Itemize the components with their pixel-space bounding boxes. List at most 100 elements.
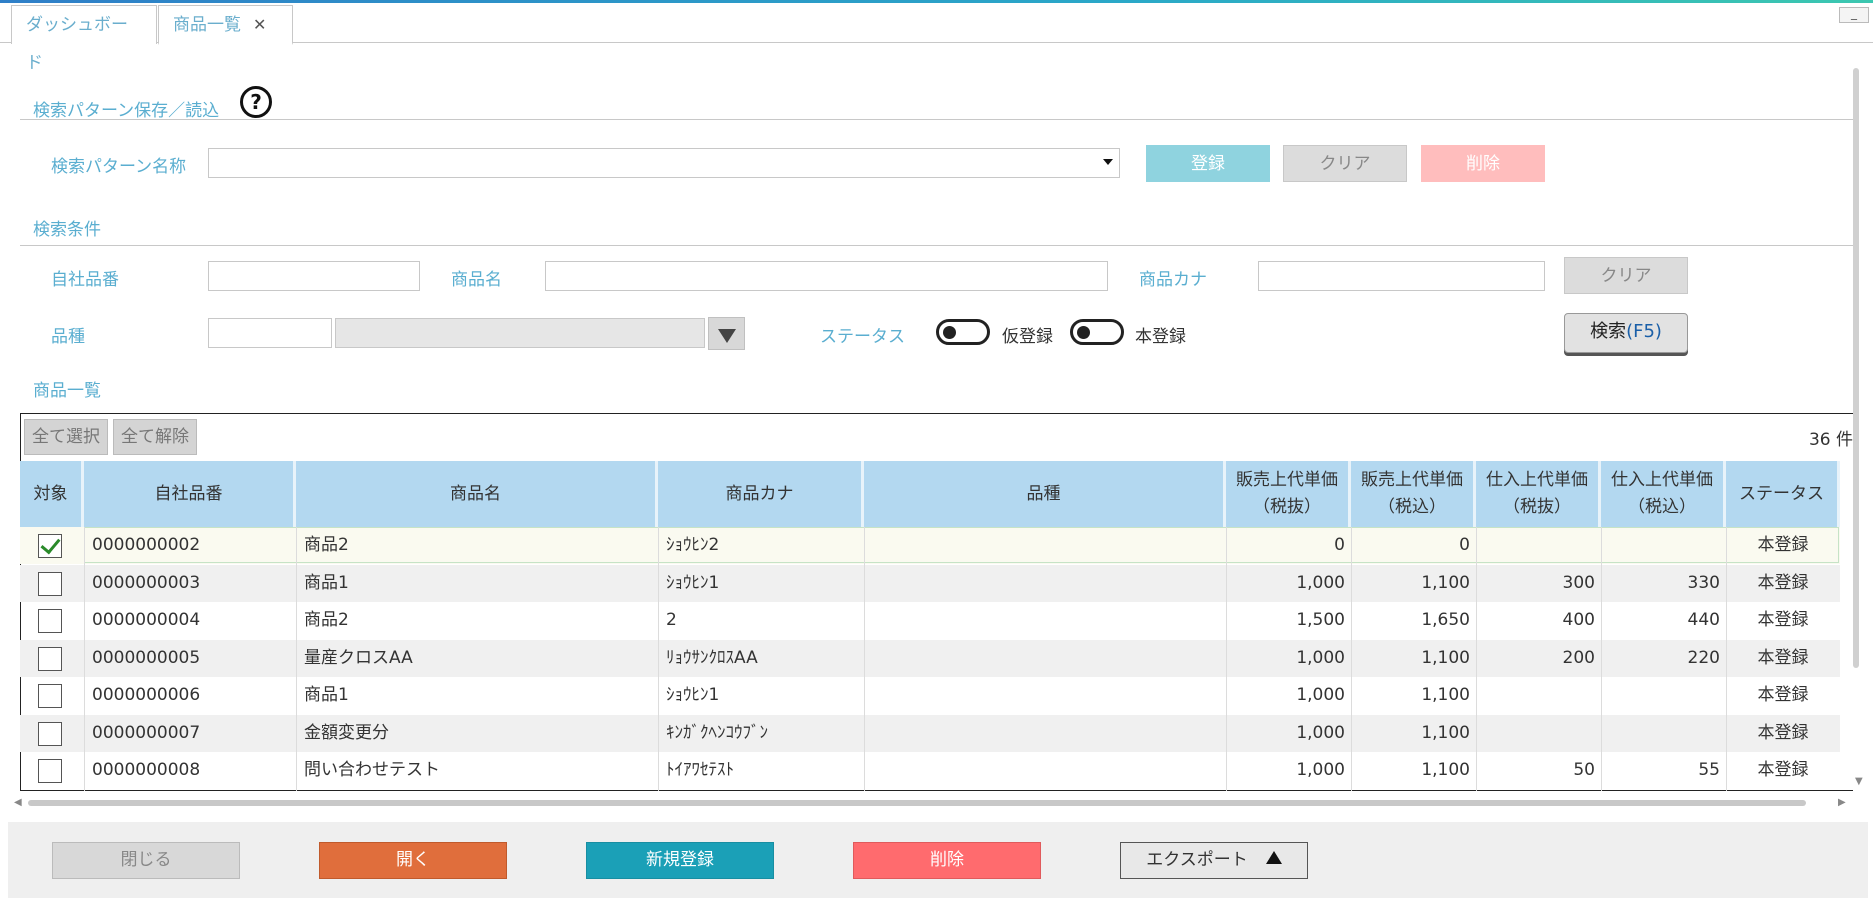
delete-pattern-button[interactable]: 削除 <box>1421 145 1545 182</box>
column-header[interactable]: 自社品番 <box>84 461 296 527</box>
table-row[interactable]: 0000000004 商品2 2 1,500 1,650 400 440 本登録 <box>20 602 1840 639</box>
scroll-left-icon[interactable]: ◀ <box>14 797 22 808</box>
triangle-down-icon <box>718 329 736 343</box>
cell-name: 商品2 <box>304 535 349 555</box>
cell-status: 本登録 <box>1757 535 1809 555</box>
cell-kana: ﾄｲｱﾜｾﾃｽﾄ <box>666 760 734 780</box>
cell-variety <box>872 527 1222 564</box>
status-label: ステータス <box>820 327 905 347</box>
triangle-up-icon <box>1265 851 1282 864</box>
table-row[interactable]: 0000000006 商品1 ｼｮｳﾋﾝ1 1,000 1,100 本登録 <box>20 677 1840 714</box>
column-header[interactable]: 販売上代単価 （税込） <box>1351 461 1476 527</box>
column-header[interactable]: 仕入上代単価 （税抜） <box>1476 461 1601 527</box>
result-count: 36 件 <box>1808 430 1853 450</box>
variety-label: 品種 <box>51 327 85 347</box>
cell-code: 0000000007 <box>92 722 201 743</box>
column-header[interactable]: 商品カナ <box>658 461 864 527</box>
cell-variety <box>872 640 1222 677</box>
variety-code-input[interactable] <box>208 318 332 348</box>
cell-variety <box>872 677 1222 714</box>
cell-sell-in: 1,100 <box>1421 760 1470 780</box>
row-checkbox[interactable] <box>38 759 62 783</box>
cell-sell-ex: 0 <box>1334 535 1345 555</box>
toggle-knob <box>943 326 956 339</box>
own-code-input[interactable] <box>208 261 420 291</box>
cell-buy-ex: 50 <box>1573 760 1595 780</box>
table-row[interactable]: 0000000002 商品2 ｼｮｳﾋﾝ2 0 0 本登録 <box>20 527 1840 564</box>
select-all-button[interactable]: 全て選択 <box>24 419 108 455</box>
row-checkbox[interactable] <box>38 609 62 633</box>
register-pattern-button[interactable]: 登録 <box>1146 145 1270 182</box>
minimize-button[interactable]: _ <box>1839 7 1869 23</box>
search-button[interactable]: 検索(F5) <box>1564 313 1688 353</box>
variety-name-field <box>335 318 705 348</box>
cell-buy-in <box>1605 677 1720 714</box>
open-button[interactable]: 開く <box>319 842 507 879</box>
product-name-input[interactable] <box>545 261 1108 291</box>
table-row[interactable]: 0000000008 問い合わせテスト ﾄｲｱﾜｾﾃｽﾄ 1,000 1,100 50 55… <box>20 752 1840 789</box>
column-header[interactable]: 品種 <box>864 461 1226 527</box>
status-temp-label: 仮登録 <box>1002 327 1053 347</box>
column-header[interactable]: ステータス <box>1726 461 1840 527</box>
cell-sell-ex: 1,000 <box>1296 685 1345 705</box>
status-temp-toggle[interactable] <box>936 319 990 345</box>
cell-name: 金額変更分 <box>304 722 389 743</box>
clear-conditions-button[interactable]: クリア <box>1564 257 1688 294</box>
cell-sell-ex: 1,500 <box>1296 610 1345 630</box>
cell-variety <box>872 715 1222 752</box>
horizontal-scrollbar[interactable] <box>28 800 1806 806</box>
row-checkbox[interactable] <box>38 646 62 671</box>
help-icon[interactable]: ? <box>240 86 272 118</box>
column-header-label: 品種 <box>1026 483 1061 504</box>
scroll-down-icon[interactable]: ▼ <box>1855 776 1863 787</box>
delete-button[interactable]: 削除 <box>853 842 1041 879</box>
row-checkbox[interactable] <box>38 534 62 558</box>
row-checkbox[interactable] <box>38 721 62 746</box>
scroll-right-icon[interactable]: ▶ <box>1838 797 1846 808</box>
cell-status: 本登録 <box>1757 685 1809 705</box>
cell-code: 0000000006 <box>92 685 201 705</box>
table-row[interactable]: 0000000003 商品1 ｼｮｳﾋﾝ1 1,000 1,100 300 330 本登録 <box>20 564 1840 602</box>
pattern-name-select[interactable] <box>208 148 1120 178</box>
column-header[interactable]: 商品名 <box>296 461 658 527</box>
column-header-sublabel: （税抜） <box>1503 497 1571 517</box>
cell-kana: ｼｮｳﾋﾝ1 <box>666 572 720 593</box>
column-header[interactable]: 対象 <box>20 461 84 527</box>
tab-dashboard-label: ダッシュボード <box>26 15 128 73</box>
row-checkbox[interactable] <box>38 571 62 596</box>
column-header[interactable]: 仕入上代単価 （税込） <box>1601 461 1726 527</box>
column-header[interactable]: 販売上代単価 （税抜） <box>1226 461 1351 527</box>
cell-variety <box>872 602 1222 639</box>
variety-dropdown-button[interactable] <box>708 317 745 350</box>
tab-dashboard[interactable]: ダッシュボード <box>11 5 157 73</box>
cell-variety <box>872 565 1222 602</box>
close-icon[interactable]: ✕ <box>253 15 266 34</box>
cell-sell-ex: 1,000 <box>1296 572 1345 593</box>
column-header-label: 自社品番 <box>154 483 223 504</box>
deselect-all-button[interactable]: 全て解除 <box>113 419 197 455</box>
table-row[interactable]: 0000000005 量産クロスAA ﾘｮｳｻﾝｸﾛｽAA 1,000 1,100 200… <box>20 639 1840 677</box>
column-divider <box>1476 527 1477 791</box>
cell-name: 商品1 <box>304 572 349 593</box>
column-header-sublabel: （税抜） <box>1253 497 1321 517</box>
close-button[interactable]: 閉じる <box>52 842 240 879</box>
cell-sell-in: 1,100 <box>1421 572 1470 593</box>
column-header-label: ステータス <box>1739 483 1824 504</box>
tab-product-list[interactable]: 商品一覧 ✕ <box>158 5 293 45</box>
condition-section-title: 検索条件 <box>33 220 101 240</box>
status-final-toggle[interactable] <box>1070 319 1124 345</box>
row-checkbox[interactable] <box>38 684 62 708</box>
export-button[interactable]: エクスポート <box>1120 842 1308 879</box>
product-kana-input[interactable] <box>1258 261 1545 291</box>
new-register-button[interactable]: 新規登録 <box>586 842 774 879</box>
table-row[interactable]: 0000000007 金額変更分 ｷﾝｶﾞｸﾍﾝｺｳﾌﾞﾝ 1,000 1,100 本登録 <box>20 714 1840 752</box>
column-divider <box>1601 527 1602 791</box>
vertical-scrollbar[interactable] <box>1853 68 1859 668</box>
cell-code: 0000000008 <box>92 760 201 780</box>
cell-sell-in: 1,100 <box>1421 647 1470 668</box>
column-header-label: 仕入上代単価 <box>1486 470 1588 490</box>
clear-pattern-button[interactable]: クリア <box>1283 145 1407 182</box>
cell-buy-in: 55 <box>1698 760 1720 780</box>
cell-kana: ｷﾝｶﾞｸﾍﾝｺｳﾌﾞﾝ <box>666 722 768 743</box>
cell-sell-ex: 1,000 <box>1296 647 1345 668</box>
